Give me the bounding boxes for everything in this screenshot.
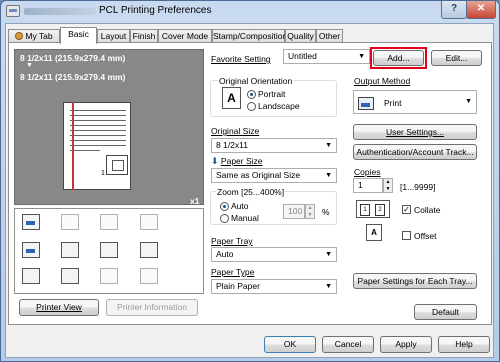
paper-settings-each-tray-button[interactable]: Paper Settings for Each Tray... (353, 273, 477, 289)
preview-zoom-level: x1 (190, 196, 200, 206)
print-icon (358, 97, 374, 110)
document-icon (22, 268, 40, 284)
paper-size-label: ⬇ Paper Size (211, 156, 263, 166)
output-method-label: Output Method (354, 76, 411, 86)
preview-down-arrow: ▼ (26, 62, 33, 69)
copies-input[interactable]: 1 (353, 178, 383, 193)
preview-page-number: 1 (101, 170, 105, 177)
output-method-value: Print (384, 98, 402, 108)
zoom-auto-label: Auto (231, 201, 249, 211)
collate-icon: 1 2 (356, 200, 390, 218)
offset-checkbox[interactable] (402, 231, 411, 240)
chevron-down-icon: ▼ (325, 283, 332, 290)
portrait-radio[interactable] (247, 90, 256, 99)
copier-icon (140, 268, 158, 284)
default-button[interactable]: Default (414, 304, 477, 320)
tab-stamp-composition[interactable]: Stamp/Composition (212, 29, 287, 43)
zoom-label: Zoom [25...400%] (216, 187, 286, 197)
paper-tray-label: Paper Tray (211, 236, 253, 246)
offset-icon: A (366, 224, 382, 241)
tab-quality[interactable]: Quality (285, 29, 316, 43)
tab-finish[interactable]: Finish (130, 29, 158, 43)
paper-type-label: Paper Type (211, 267, 255, 277)
favorite-setting-label: Favorite Setting (211, 54, 271, 64)
ok-button[interactable]: OK (264, 336, 316, 353)
preview-original-size: 8 1/2x11 (215.9x279.4 mm) (20, 53, 126, 63)
copies-range: [1...9999] (400, 182, 436, 192)
punch-icon (100, 214, 118, 230)
paper-type-dropdown[interactable]: Plain Paper ▼ (211, 279, 337, 294)
arrow-down-icon: ⬇ (211, 156, 219, 166)
tab-other[interactable]: Other (316, 29, 343, 43)
stack-icon (140, 242, 158, 258)
chevron-down-icon: ▼ (325, 172, 332, 179)
offset-label: Offset (414, 231, 437, 241)
authentication-button[interactable]: Authentication/Account Track... (353, 144, 477, 160)
preview-stamp-icon (106, 155, 128, 175)
tab-layout[interactable]: Layout (97, 29, 130, 43)
chevron-down-icon: ▼ (325, 142, 332, 149)
original-size-label: Original Size (211, 126, 260, 136)
zoom-unit: % (322, 207, 330, 217)
close-window-button[interactable]: ✕ (466, 1, 496, 19)
tab-my-tab[interactable]: My Tab (8, 29, 60, 43)
favorite-setting-dropdown[interactable]: Untitled ▼ (283, 49, 370, 64)
user-settings-button[interactable]: User Settings... (353, 124, 477, 140)
user-icon (15, 32, 24, 40)
tab-basic[interactable]: Basic (60, 27, 97, 44)
zoom-spinner: ▲ ▼ (305, 204, 315, 219)
orientation-preview-icon: A (222, 87, 241, 109)
staple-icon (61, 214, 79, 230)
help-button[interactable]: Help (438, 336, 490, 353)
page-a-icon (100, 242, 118, 258)
copies-spinner[interactable]: ▲ ▼ (383, 178, 393, 193)
tray-icon (61, 242, 79, 258)
copies-label: Copies (354, 167, 381, 177)
collate-label: Collate (414, 205, 441, 215)
tab-cover-mode[interactable]: Cover Mode (158, 29, 212, 43)
window-title: PCL Printing Preferences (99, 5, 212, 16)
add-favorite-button[interactable]: Add... (373, 50, 424, 66)
original-size-dropdown[interactable]: 8 1/2x11 ▼ (211, 138, 337, 153)
duplex-icon (22, 214, 40, 230)
printer-information-button: Printer Information (106, 299, 198, 316)
landscape-radio[interactable] (247, 102, 256, 111)
apply-button[interactable]: Apply (380, 336, 432, 353)
zoom-value-input: 100 (283, 204, 305, 219)
edit-favorite-button[interactable]: Edit... (431, 50, 482, 66)
cancel-button[interactable]: Cancel (322, 336, 374, 353)
collate-checkbox[interactable]: ✓ (402, 205, 411, 214)
orientation-label: Original Orientation (218, 76, 294, 86)
blurred-printer-name (24, 8, 96, 15)
landscape-label: Landscape (258, 101, 300, 111)
printer-view-button[interactable]: Printer View (19, 299, 99, 316)
chevron-down-icon: ▼ (325, 251, 332, 258)
chevron-down-icon: ▼ (358, 53, 365, 60)
zoom-auto-radio[interactable] (220, 202, 229, 211)
paper-tray-dropdown[interactable]: Auto ▼ (211, 247, 337, 262)
chevron-down-icon: ▼ (465, 98, 472, 105)
zoom-manual-label: Manual (231, 213, 259, 223)
fold-icon (140, 214, 158, 230)
preview-paper-size: 8 1/2x11 (215.9x279.4 mm) (20, 72, 126, 82)
gear-icon (100, 268, 118, 284)
help-title-button[interactable]: ? (441, 1, 467, 19)
portrait-label: Portrait (258, 89, 286, 99)
paper-size-dropdown[interactable]: Same as Original Size ▼ (211, 168, 337, 183)
zoom-manual-radio[interactable] (220, 214, 229, 223)
printer-app-icon (6, 5, 20, 17)
stamp-icon (61, 268, 79, 284)
tray-blue-icon (22, 242, 40, 258)
